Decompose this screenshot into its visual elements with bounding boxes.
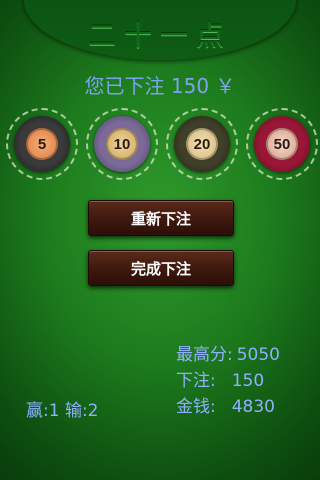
- chip-50-icon: 50: [254, 116, 310, 172]
- money-row: 金钱: 4830: [176, 394, 280, 420]
- chip-5-value: 5: [26, 128, 58, 160]
- chip-10[interactable]: 10: [86, 108, 158, 180]
- chip-20[interactable]: 20: [166, 108, 238, 180]
- bet-row: 下注: 150: [176, 368, 280, 394]
- high-score-row: 最高分: 5050: [176, 342, 280, 368]
- bet-label: 下注:: [176, 371, 216, 391]
- win-loss-record: 赢:1 输:2: [26, 401, 99, 421]
- bet-value: 150: [231, 371, 265, 391]
- money-label: 金钱:: [176, 397, 216, 417]
- stats-panel: 最高分: 5050 下注: 150 金钱: 4830: [176, 342, 280, 420]
- chip-5-icon: 5: [14, 116, 70, 172]
- chip-50[interactable]: 50: [246, 108, 318, 180]
- chip-5[interactable]: 5: [6, 108, 78, 180]
- done-bet-button[interactable]: 完成下注: [88, 250, 234, 286]
- chip-10-value: 10: [106, 128, 138, 160]
- rebet-button[interactable]: 重新下注: [88, 200, 234, 236]
- high-score-label: 最高分:: [176, 345, 233, 365]
- money-value: 4830: [231, 397, 275, 417]
- chip-20-value: 20: [186, 128, 218, 160]
- chip-10-icon: 10: [94, 116, 150, 172]
- bet-message: 您已下注 150 ￥: [84, 74, 236, 98]
- chip-row: 5 10 20 50: [6, 108, 318, 180]
- chip-20-icon: 20: [174, 116, 230, 172]
- game-title: 二十一点: [87, 19, 232, 52]
- high-score-value: 5050: [236, 345, 280, 365]
- chip-50-value: 50: [266, 128, 298, 160]
